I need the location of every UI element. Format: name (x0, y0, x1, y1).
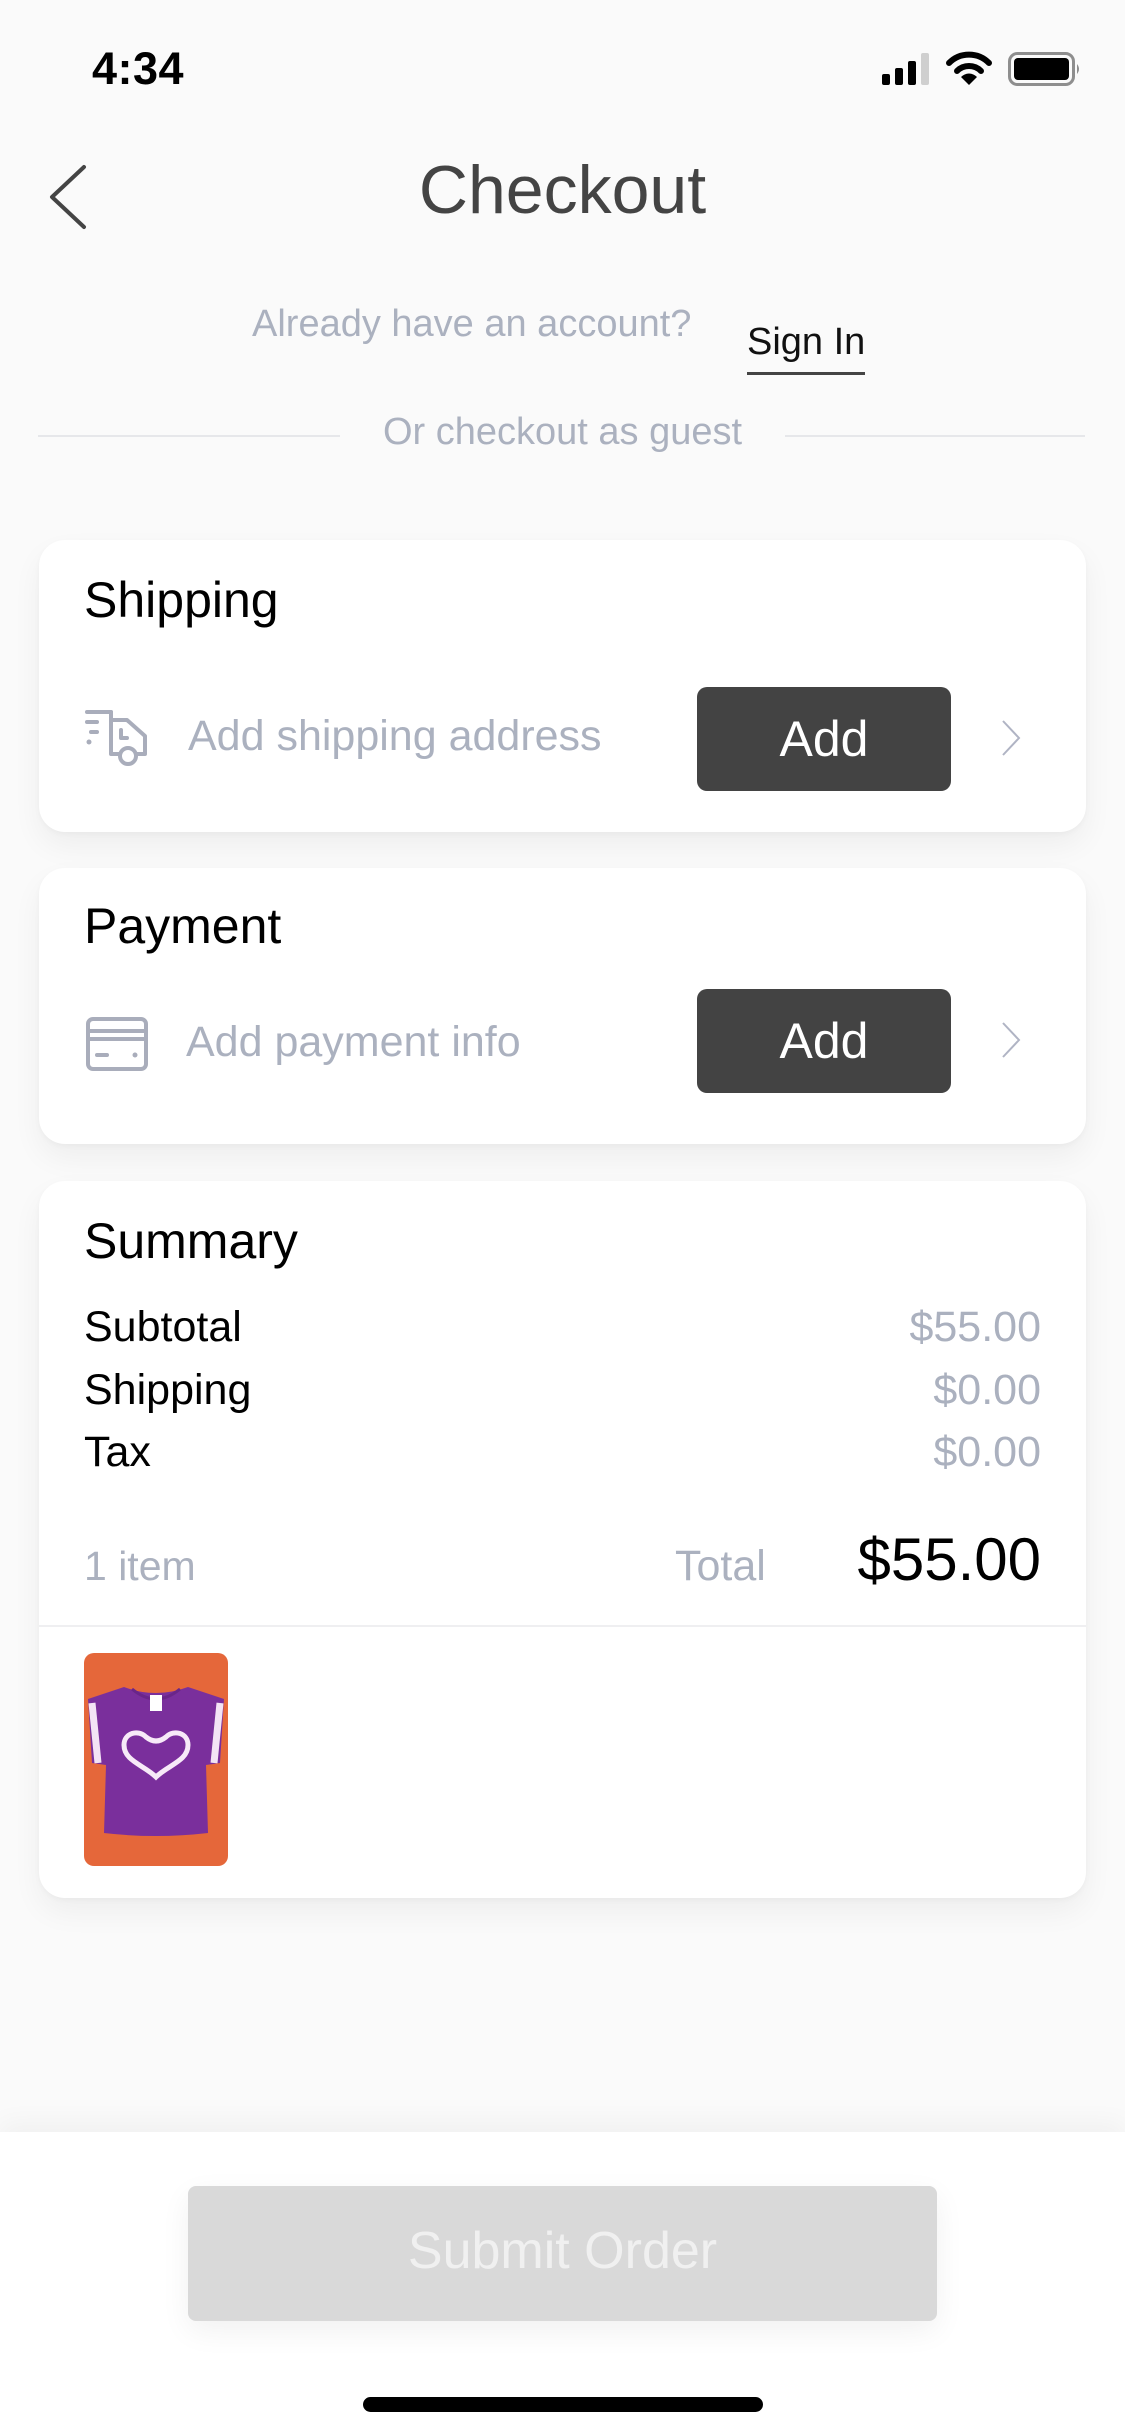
credit-card-icon (86, 1017, 148, 1071)
summary-label: Subtotal (84, 1303, 242, 1351)
total-label: Total (675, 1542, 766, 1590)
summary-title: Summary (84, 1213, 298, 1269)
status-time: 4:34 (92, 43, 185, 94)
summary-card: Summary Subtotal $55.00 Shipping $0.00 T… (39, 1181, 1086, 1898)
add-payment-button[interactable]: Add (697, 989, 951, 1093)
wifi-icon (946, 51, 992, 85)
guest-checkout-label: Or checkout as guest (382, 411, 743, 453)
add-payment-info-label[interactable]: Add payment info (186, 1016, 521, 1068)
summary-label: Shipping (84, 1366, 252, 1414)
summary-row-tax: Tax $0.00 (84, 1422, 1041, 1482)
chevron-right-icon[interactable] (999, 1020, 1023, 1060)
product-thumbnail[interactable] (84, 1653, 228, 1866)
summary-value: $0.00 (933, 1366, 1041, 1414)
payment-title: Payment (84, 898, 282, 954)
delivery-truck-icon (85, 710, 147, 766)
tshirt-image (88, 1687, 224, 1836)
submit-order-button[interactable]: Submit Order (188, 2186, 937, 2321)
summary-value: $55.00 (909, 1303, 1041, 1351)
add-shipping-button[interactable]: Add (697, 687, 951, 791)
summary-value: $0.00 (933, 1428, 1041, 1476)
total-value: $55.00 (857, 1526, 1041, 1593)
summary-label: Tax (84, 1428, 151, 1476)
add-shipping-address-label[interactable]: Add shipping address (188, 710, 602, 762)
battery-icon (1008, 52, 1079, 86)
shipping-card: Shipping Add shipping address Add (39, 540, 1086, 832)
chevron-right-icon[interactable] (999, 718, 1023, 758)
summary-row-shipping: Shipping $0.00 (84, 1360, 1041, 1420)
summary-divider (39, 1625, 1086, 1627)
page-title: Checkout (418, 152, 707, 228)
cellular-signal-icon (882, 53, 929, 85)
summary-row-subtotal: Subtotal $55.00 (84, 1297, 1041, 1357)
item-count: 1 item (84, 1543, 196, 1589)
home-indicator[interactable] (363, 2397, 763, 2412)
sign-in-link[interactable]: Sign In (747, 318, 866, 375)
account-prompt: Already have an account? (252, 303, 692, 345)
payment-card: Payment Add payment info Add (39, 868, 1086, 1144)
shipping-title: Shipping (84, 572, 279, 628)
